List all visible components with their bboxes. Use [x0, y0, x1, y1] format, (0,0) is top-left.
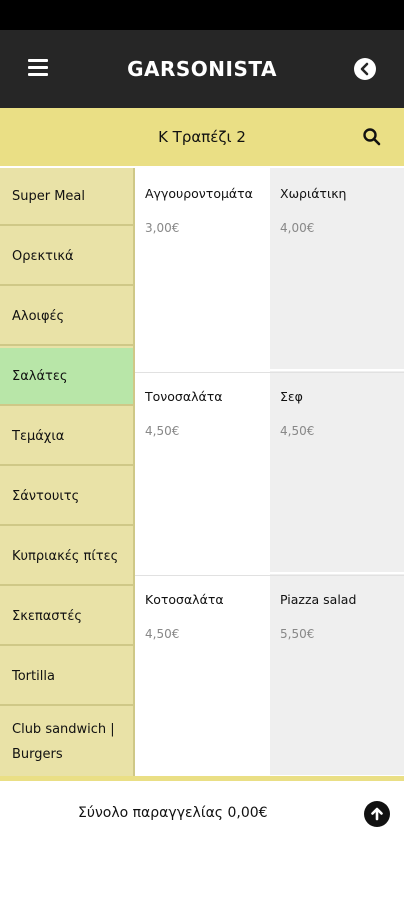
status-bar	[0, 0, 404, 30]
product-name: Κοτοσαλάτα	[145, 592, 224, 607]
product-price: 5,50€	[280, 627, 315, 641]
product-price: 4,50€	[280, 424, 315, 438]
product-price: 4,50€	[145, 627, 180, 641]
product-name: Piazza salad	[280, 592, 357, 607]
category-sidebar: Super Meal Ορεκτικά Αλοιφές Σαλάτες Τεμά…	[0, 168, 134, 776]
category-super-meal[interactable]: Super Meal	[0, 168, 133, 226]
product-grid: Αγγουροντομάτα 3,00€ Χωριάτικη 4,00€ Τον…	[135, 168, 404, 776]
product-price: 4,00€	[280, 221, 315, 235]
product-tile[interactable]: Κοτοσαλάτα 4,50€	[135, 574, 269, 775]
app-title: GARSONISTA	[127, 57, 277, 81]
arrow-up-circle-icon[interactable]	[364, 801, 390, 827]
grid-divider	[135, 372, 404, 373]
category-orektika[interactable]: Ορεκτικά	[0, 228, 133, 286]
search-icon[interactable]	[362, 127, 382, 147]
app-bar: GARSONISTA	[0, 30, 404, 108]
category-sandwiches[interactable]: Σάντουιτς	[0, 468, 133, 526]
category-salates[interactable]: Σαλάτες	[0, 348, 133, 406]
table-title: Κ Τραπέζι 2	[158, 128, 246, 146]
product-name: Τονοσαλάτα	[145, 389, 223, 404]
product-tile[interactable]: Τονοσαλάτα 4,50€	[135, 371, 269, 572]
product-name: Αγγουροντομάτα	[145, 186, 253, 201]
order-footer: Σύνολο παραγγελίας 0,00€	[0, 781, 404, 900]
order-total: Σύνολο παραγγελίας 0,00€	[78, 805, 268, 821]
product-tile[interactable]: Αγγουροντομάτα 3,00€	[135, 168, 269, 369]
category-club-sandwich-burgers[interactable]: Club sandwich | Burgers	[0, 708, 133, 776]
category-aloifes[interactable]: Αλοιφές	[0, 288, 133, 346]
category-skepastes[interactable]: Σκεπαστές	[0, 588, 133, 646]
product-name: Σεφ	[280, 389, 303, 404]
category-cypriot-pitas[interactable]: Κυπριακές πίτες	[0, 528, 133, 586]
product-tile[interactable]: Χωριάτικη 4,00€	[270, 168, 404, 369]
grid-divider	[135, 575, 404, 576]
product-price: 3,00€	[145, 221, 180, 235]
product-tile[interactable]: Piazza salad 5,50€	[270, 574, 404, 775]
product-price: 4,50€	[145, 424, 180, 438]
category-tortilla[interactable]: Tortilla	[0, 648, 133, 706]
table-header: Κ Τραπέζι 2	[0, 108, 404, 166]
category-temaxia[interactable]: Τεμάχια	[0, 408, 133, 466]
back-circle-icon[interactable]	[354, 58, 376, 80]
product-name: Χωριάτικη	[280, 186, 347, 201]
product-tile[interactable]: Σεφ 4,50€	[270, 371, 404, 572]
hamburger-menu-icon[interactable]	[28, 59, 48, 79]
